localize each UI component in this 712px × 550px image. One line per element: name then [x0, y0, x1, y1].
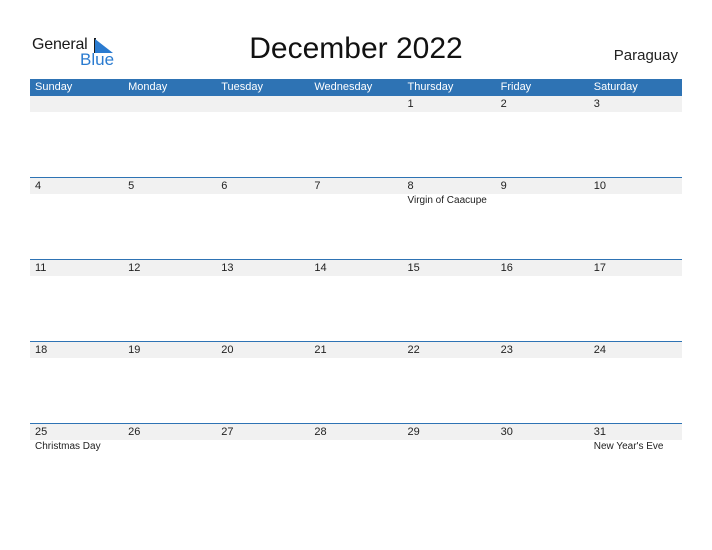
day-number: 3 [593, 98, 600, 110]
weeks-container: 1 2 3 4 5 6 7 8 9 10 Virgin of Caacupe 11 12 13 14 15 16… [30, 96, 682, 505]
day-number: 13 [221, 262, 234, 274]
holiday-label: New Year's Eve [593, 441, 664, 452]
day-number: 17 [593, 262, 606, 274]
week-row: 4 5 6 7 8 9 10 Virgin of Caacupe [30, 177, 682, 259]
holiday-label [309, 440, 402, 454]
day-number: 14 [314, 262, 327, 274]
day-number: 28 [314, 426, 327, 438]
day-number: 9 [500, 180, 507, 192]
day-number: 22 [407, 344, 420, 356]
event-strip: Christmas Day New Year's Eve [30, 440, 682, 454]
day-number-strip: 1 2 3 [30, 96, 682, 112]
weekday-monday: Monday [128, 81, 168, 93]
holiday-label [589, 194, 682, 208]
holiday-label [403, 440, 496, 454]
day-number: 1 [407, 98, 414, 110]
day-number-strip: 4 5 6 7 8 9 10 [30, 178, 682, 194]
day-number: 4 [35, 180, 42, 192]
holiday-label [496, 440, 589, 454]
day-number: 25 [35, 426, 48, 438]
holiday-label [123, 440, 216, 454]
day-number: 29 [407, 426, 420, 438]
weekday-friday: Friday [500, 81, 532, 93]
weekday-sunday: Sunday [35, 81, 73, 93]
weekday-header: Sunday Monday Tuesday Wednesday Thursday… [30, 79, 682, 96]
day-number-strip: 18 19 20 21 22 23 24 [30, 342, 682, 358]
week-row: 1 2 3 [30, 96, 682, 177]
day-number: 31 [593, 426, 606, 438]
day-number: 23 [500, 344, 513, 356]
day-number-strip: 11 12 13 14 15 16 17 [30, 260, 682, 276]
event-strip: Virgin of Caacupe [30, 194, 682, 208]
holiday-label: Christmas Day [35, 441, 101, 452]
weekday-saturday: Saturday [593, 81, 638, 93]
day-number: 18 [35, 344, 48, 356]
holiday-label [496, 194, 589, 208]
week-row: 18 19 20 21 22 23 24 [30, 341, 682, 423]
holiday-label [216, 440, 309, 454]
country-label: Paraguay [613, 47, 678, 64]
day-number: 12 [128, 262, 141, 274]
day-number [309, 96, 402, 112]
day-number-strip: 25 26 27 28 29 30 31 [30, 424, 682, 440]
weekday-wednesday: Wednesday [314, 81, 373, 93]
day-number: 27 [221, 426, 234, 438]
holiday-label: Virgin of Caacupe [407, 195, 487, 206]
calendar-title: December 2022 [249, 32, 463, 65]
day-number: 19 [128, 344, 141, 356]
day-number [123, 96, 216, 112]
day-number: 6 [221, 180, 228, 192]
week-row: 25 26 27 28 29 30 31 Christmas Day New Year's Ev… [30, 423, 682, 505]
day-number: 24 [593, 344, 606, 356]
day-number: 10 [593, 180, 606, 192]
day-number: 26 [128, 426, 141, 438]
day-number: 11 [35, 262, 47, 274]
holiday-label [309, 194, 402, 208]
day-number: 2 [500, 98, 507, 110]
holiday-label [30, 194, 123, 208]
day-number: 7 [314, 180, 321, 192]
day-number: 30 [500, 426, 513, 438]
weekday-tuesday: Tuesday [221, 81, 264, 93]
day-number: 21 [314, 344, 327, 356]
day-number [216, 96, 309, 112]
weekday-thursday: Thursday [407, 81, 454, 93]
day-number: 20 [221, 344, 234, 356]
week-row: 11 12 13 14 15 16 17 [30, 259, 682, 341]
holiday-label [216, 194, 309, 208]
calendar-grid: Sunday Monday Tuesday Wednesday Thursday… [30, 79, 682, 505]
day-number: 16 [500, 262, 513, 274]
day-number: 5 [128, 180, 135, 192]
day-number [30, 96, 123, 112]
day-number: 15 [407, 262, 420, 274]
day-number: 8 [407, 180, 414, 192]
holiday-label [123, 194, 216, 208]
